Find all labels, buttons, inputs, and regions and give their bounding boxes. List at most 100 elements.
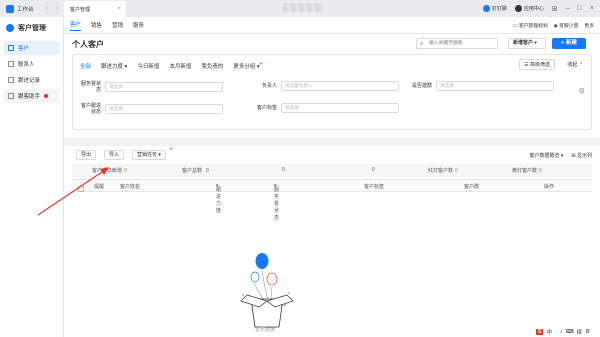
column-name[interactable]: 客户姓名 xyxy=(120,183,140,190)
summary-today-new: 客户今日新增 0 xyxy=(92,167,127,174)
blurred-region xyxy=(283,3,323,12)
maximize-icon[interactable]: □ xyxy=(578,5,582,13)
collapse-label: 收起 xyxy=(567,62,578,68)
column-service[interactable]: 服务督状态 ▾ xyxy=(274,183,279,221)
filter-owner: 负责人 请设置负责人 xyxy=(253,81,399,91)
chevron-down-icon: ▾ xyxy=(534,40,537,46)
plan-link[interactable]: ▭ 客户管理规划 xyxy=(513,22,548,29)
sidebar-item-assistant[interactable]: 跟客助手 xyxy=(4,89,59,103)
tab-service[interactable]: 服务 xyxy=(133,21,144,29)
app-title: 工作台 xyxy=(17,6,34,13)
empty-state-illustration xyxy=(240,253,294,328)
filter-input[interactable]: 请选择 xyxy=(436,81,554,91)
new-button[interactable]: + 新建 xyxy=(552,38,586,49)
filter-input[interactable]: 请选择 xyxy=(105,104,223,114)
gear-icon[interactable]: ⚙ xyxy=(579,87,585,95)
show-columns-button[interactable]: ⊞ 显示列 xyxy=(571,152,592,159)
summary-value: 0 xyxy=(124,168,127,174)
column-tags: 客户标签 xyxy=(364,184,385,190)
service-link[interactable]: ◉ 客服小蜜 xyxy=(554,22,579,29)
window-controls: ⊞ – □ × xyxy=(552,5,594,13)
app-tab[interactable]: 工作台 xyxy=(0,0,40,17)
view-tab-follow[interactable]: 跟进力度 ▾ xyxy=(101,62,127,70)
dingtalk-chat-label: 钉钉聊 xyxy=(491,5,507,12)
ime-punct-icon[interactable]: · xyxy=(555,329,557,335)
search-placeholder: 输入关键字搜索 xyxy=(429,41,463,46)
column-actions: 操作 xyxy=(544,184,555,190)
app-center-button[interactable]: 应用中心 xyxy=(514,5,544,13)
summary-label: 黄灯客户数 xyxy=(512,168,538,174)
filter-label: 负责人 xyxy=(261,83,277,89)
view-tab-all[interactable]: 全部 xyxy=(80,62,91,70)
summary-label: 客户今日新增 xyxy=(92,168,123,174)
overview-button[interactable]: 客户数据概览 ▾ xyxy=(529,152,563,159)
summary-value: 0 xyxy=(282,167,285,173)
back-icon[interactable]: ‹ xyxy=(46,5,48,13)
page-title-row: 个人客户 ⌕ 输入关键字搜索 新增客户 ▾ + 新建 xyxy=(64,34,600,54)
summary-total: 客户总数 0 xyxy=(182,167,209,174)
advanced-filter-label: 高级筛选 xyxy=(529,62,550,68)
view-tab-more[interactable]: 更多分组 ▾• xyxy=(233,62,261,70)
sidebar-item-contact[interactable]: 联系人 xyxy=(4,57,59,71)
column-follow[interactable]: 跟进力度 ▾ xyxy=(216,183,221,214)
scene-select-label: 新增客户 xyxy=(513,40,534,46)
collapse-button[interactable]: 收起 ⌃ xyxy=(567,61,583,68)
import-button[interactable]: 导入 xyxy=(104,150,125,160)
app-center-icon xyxy=(514,5,522,13)
pin-icon[interactable]: ⊞ xyxy=(552,5,558,13)
new-dot: • xyxy=(170,147,173,153)
show-columns-label: 显示列 xyxy=(576,153,592,159)
ime-lang-icon[interactable]: 中 xyxy=(546,328,552,336)
filter-label: 服务督状态 xyxy=(80,81,101,93)
export-button[interactable]: 导出 xyxy=(76,150,97,160)
column-follow-label: 跟进力度 xyxy=(216,187,222,214)
section-gap xyxy=(64,138,600,146)
filter-follow-status: 客户跟进状态 请选择 xyxy=(77,103,223,115)
more-link[interactable]: 更多 xyxy=(584,22,594,29)
tab-marketing[interactable]: 营销 xyxy=(112,21,123,29)
filter-input[interactable]: 请选择 xyxy=(105,82,223,92)
ime-skin-icon[interactable]: 拼 xyxy=(577,328,583,336)
filter-input[interactable]: 请选择 xyxy=(281,103,399,113)
contact-icon xyxy=(8,61,14,67)
customer-icon xyxy=(8,45,14,51)
scene-select[interactable]: 新增客户 ▾ xyxy=(508,38,546,49)
sidebar-title-label: 客户管理 xyxy=(18,25,46,32)
sidebar-item-record[interactable]: 跟进记录 xyxy=(4,73,59,87)
module-right-links: ▭ 客户管理规划 ◉ 客服小蜜 更多 xyxy=(513,17,594,34)
ime-settings-icon[interactable]: ⚙ xyxy=(585,329,590,335)
minimize-icon[interactable]: – xyxy=(566,5,570,13)
marketing-task-label: 营销任务 xyxy=(137,152,158,158)
summary-yellow: 黄灯客户数 0 xyxy=(512,167,542,174)
search-icon: ⌕ xyxy=(420,41,424,47)
page-tab[interactable]: 客户管理 × xyxy=(64,1,126,17)
filter-group: 是否建群 请选择 xyxy=(408,81,554,91)
view-tab-month[interactable]: 本月新增 xyxy=(169,62,191,70)
column-remind: 提醒 xyxy=(94,184,105,190)
view-tab-today[interactable]: 今日新增 xyxy=(137,62,159,70)
checkbox-icon xyxy=(78,186,84,192)
marketing-task-button[interactable]: 营销任务 ▾ xyxy=(132,150,166,160)
view-tab-mine[interactable]: 我负责的 xyxy=(201,62,223,70)
forward-icon[interactable]: › xyxy=(56,5,58,13)
chat-icon xyxy=(482,5,490,13)
sidebar-item-customer[interactable]: 客户 xyxy=(4,41,59,55)
ime-logo-icon[interactable]: S xyxy=(535,329,544,335)
tab-sales[interactable]: 销售 xyxy=(91,21,102,29)
search-input[interactable]: ⌕ 输入关键字搜索 xyxy=(416,38,498,49)
window-close-icon[interactable]: × xyxy=(590,5,594,13)
empty-state-text: 暂无数据 xyxy=(254,327,275,333)
view-tab-more-label: 更多分组 xyxy=(233,64,256,70)
dingtalk-chat-button[interactable]: 钉钉聊 xyxy=(482,5,507,13)
close-icon[interactable]: × xyxy=(117,6,121,12)
microphone-icon[interactable]: ♪ xyxy=(560,329,563,335)
keyboard-icon[interactable]: ⌨ xyxy=(566,329,574,335)
tab-customer[interactable]: 客户 xyxy=(70,20,82,31)
advanced-filter-button[interactable]: ☰ 高级筛选 xyxy=(519,59,555,70)
assistant-icon xyxy=(8,93,14,99)
view-tab-follow-label: 跟进力度 xyxy=(101,64,124,70)
sidebar-item-label: 跟进记录 xyxy=(18,78,41,84)
filter-panel: 全部 跟进力度 ▾ 今日新增 本月新增 我负责的 更多分组 ▾• ☰ 高级筛选 … xyxy=(72,54,592,130)
filter-input[interactable]: 请设置负责人 xyxy=(281,81,399,91)
sidebar-item-label: 客户 xyxy=(18,46,30,52)
